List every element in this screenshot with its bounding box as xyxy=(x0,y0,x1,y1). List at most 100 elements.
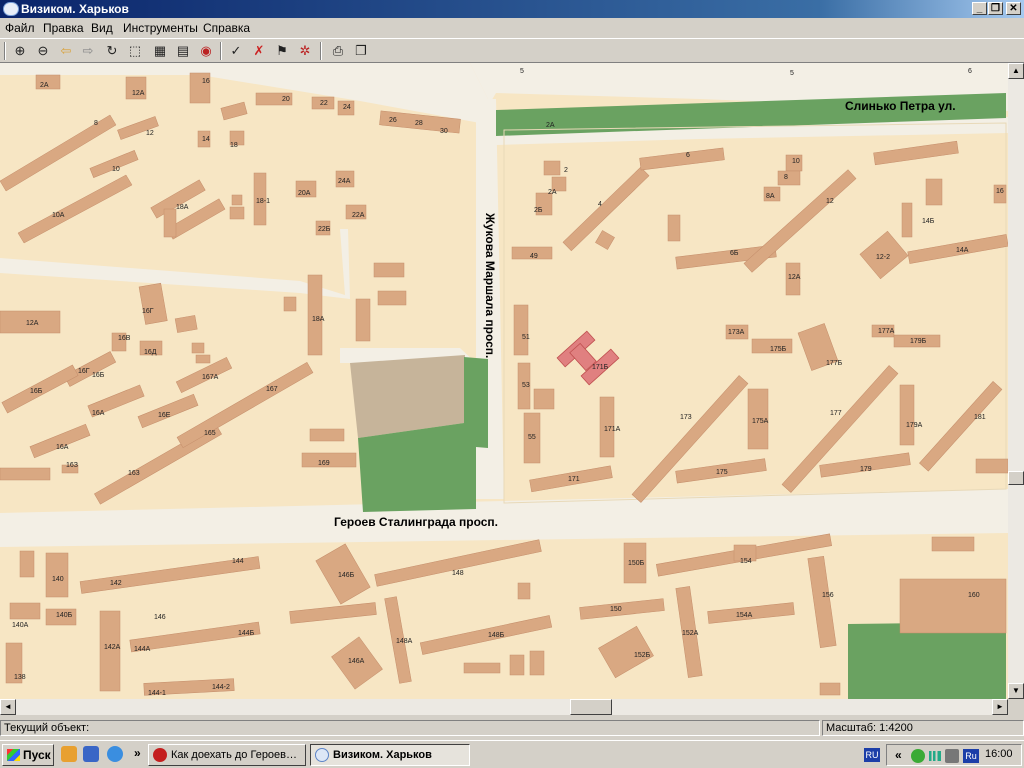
window-title: Визиком. Харьков xyxy=(21,2,129,16)
building-number-label: 10А xyxy=(52,212,65,219)
copy-icon[interactable]: ❐ xyxy=(352,42,370,60)
menu-view[interactable]: Вид xyxy=(91,21,113,35)
zoom-out-icon[interactable]: ⊖ xyxy=(34,42,52,60)
menu-help[interactable]: Справка xyxy=(203,21,250,35)
building-number-label: 16А xyxy=(56,444,69,451)
checklist-icon[interactable]: ✓ xyxy=(227,42,245,60)
keyboard-layout-icon[interactable]: Ru xyxy=(963,749,979,763)
language-indicator[interactable]: RU xyxy=(864,748,880,762)
tray-expand-button[interactable]: « xyxy=(895,748,902,762)
settings-icon[interactable]: ✲ xyxy=(296,42,314,60)
zoom-in-icon[interactable]: ⊕ xyxy=(11,42,29,60)
building-number-label: 181 xyxy=(974,414,986,421)
building-number-label: 6Б xyxy=(730,250,739,257)
building-number-label: 160 xyxy=(968,592,980,599)
status-bar: Текущий объект: Масштаб: 1:4200 xyxy=(0,717,1024,739)
quicklaunch-overflow[interactable]: » xyxy=(134,746,141,760)
system-tray: « Ru 16:00 xyxy=(886,744,1022,766)
building-number-label: 167А xyxy=(202,374,219,381)
building-number-label: 140 xyxy=(52,576,64,583)
menu-edit[interactable]: Правка xyxy=(43,21,84,35)
building-number-label: 6 xyxy=(968,68,972,75)
building-number-label: 16 xyxy=(996,188,1004,195)
current-object-panel: Текущий объект: xyxy=(0,720,820,736)
maximize-button[interactable]: ❐ xyxy=(988,2,1003,15)
scroll-left-button[interactable]: ◄ xyxy=(0,699,16,715)
route-icon[interactable]: ⚑ xyxy=(273,42,291,60)
quicklaunch-ie-icon[interactable] xyxy=(107,746,123,762)
building-number-label: 146Б xyxy=(338,572,355,579)
building-number-label: 12А xyxy=(26,320,39,327)
start-button[interactable]: Пуск xyxy=(2,744,54,766)
measure-icon[interactable]: ▦ xyxy=(151,42,169,60)
scrollbar-corner xyxy=(1008,699,1024,715)
close-button[interactable]: ✕ xyxy=(1006,2,1021,15)
building-number-label: 18-1 xyxy=(256,198,270,205)
toolbar-separator xyxy=(220,42,222,60)
minimize-button[interactable]: _ xyxy=(972,2,987,15)
forward-icon[interactable]: ⇨ xyxy=(79,42,97,60)
building-number-label: 24 xyxy=(343,104,351,111)
menu-bar: Файл Правка Вид Инструменты Справка xyxy=(0,18,1024,38)
building-number-label: 16 xyxy=(202,78,210,85)
clock: 16:00 xyxy=(985,748,1013,760)
quicklaunch-opera-icon[interactable] xyxy=(61,746,77,762)
horizontal-scroll-thumb[interactable] xyxy=(570,699,612,715)
scroll-down-button[interactable]: ▼ xyxy=(1008,683,1024,699)
building-number-label: 20А xyxy=(298,190,311,197)
network-icon[interactable] xyxy=(945,749,959,763)
building-number-label: 177 xyxy=(830,410,842,417)
taskbar-item-opera[interactable]: Как доехать до Героев… xyxy=(148,744,306,766)
building-number-label: 16А xyxy=(92,410,105,417)
street-label-zhukova: Жукова Маршала просп. xyxy=(483,212,497,358)
building-number-label: 16Г xyxy=(78,368,90,375)
security-check-icon[interactable] xyxy=(911,749,925,763)
building-number-label: 2А xyxy=(548,189,557,196)
refresh-icon[interactable]: ↻ xyxy=(103,42,121,60)
vertical-scrollbar[interactable]: ▲ ▼ xyxy=(1008,63,1024,699)
horizontal-scrollbar[interactable]: ◄ ► xyxy=(0,699,1008,715)
building-number-label: 5 xyxy=(520,68,524,75)
building-number-label: 165 xyxy=(204,430,216,437)
building-number-label: 16Е xyxy=(158,412,171,419)
signal-icon[interactable] xyxy=(929,751,941,761)
building-number-label: 28 xyxy=(415,120,423,127)
building-number-label: 163 xyxy=(128,470,140,477)
building-number-label: 22Б xyxy=(318,226,331,233)
taskbar: Пуск » Как доехать до Героев… Визиком. Х… xyxy=(0,740,1024,768)
menu-tools[interactable]: Инструменты xyxy=(123,21,198,35)
back-icon[interactable]: ⇦ xyxy=(57,42,75,60)
building-number-label: 148 xyxy=(452,570,464,577)
building-number-label: 22А xyxy=(352,212,365,219)
building-number-label: 152А xyxy=(682,630,699,637)
vertical-scroll-thumb[interactable] xyxy=(1008,471,1024,485)
grid-icon[interactable]: ▤ xyxy=(174,42,192,60)
taskbar-item-vizicom[interactable]: Визиком. Харьков xyxy=(310,744,470,766)
windows-logo-icon xyxy=(7,749,20,761)
building-number-label: 16Б xyxy=(92,372,105,379)
building-number-label: 14Б xyxy=(922,218,935,225)
clear-marks-icon[interactable]: ✗ xyxy=(250,42,268,60)
scale-panel: Масштаб: 1:4200 xyxy=(822,720,1024,736)
print-icon[interactable]: ⎙ xyxy=(329,42,347,60)
building-number-label: 8 xyxy=(784,174,788,181)
building-number-label: 150 xyxy=(610,606,622,613)
building-number-label: 142А xyxy=(104,644,121,651)
building-number-label: 10 xyxy=(112,166,120,173)
building-number-label: 8 xyxy=(94,120,98,127)
find-object-icon[interactable]: ◉ xyxy=(197,42,215,60)
building-number-label: 55 xyxy=(528,434,536,441)
scroll-right-button[interactable]: ► xyxy=(992,699,1008,715)
menu-file[interactable]: Файл xyxy=(5,21,35,35)
building-number-label: 2А xyxy=(40,82,49,89)
scroll-up-button[interactable]: ▲ xyxy=(1008,63,1024,79)
building-number-label: 146 xyxy=(154,614,166,621)
map-canvas[interactable]: Слинько Петра ул. Жукова Маршала просп. … xyxy=(0,63,1008,699)
building-number-label: 2Б xyxy=(534,207,543,214)
building-number-label: 171 xyxy=(568,476,580,483)
select-icon[interactable]: ⬚ xyxy=(126,42,144,60)
opera-icon xyxy=(153,748,167,762)
map-view[interactable]: Слинько Петра ул. Жукова Маршала просп. … xyxy=(0,63,1008,699)
quicklaunch-desktop-icon[interactable] xyxy=(83,746,99,762)
building-number-label: 14А xyxy=(956,247,969,254)
